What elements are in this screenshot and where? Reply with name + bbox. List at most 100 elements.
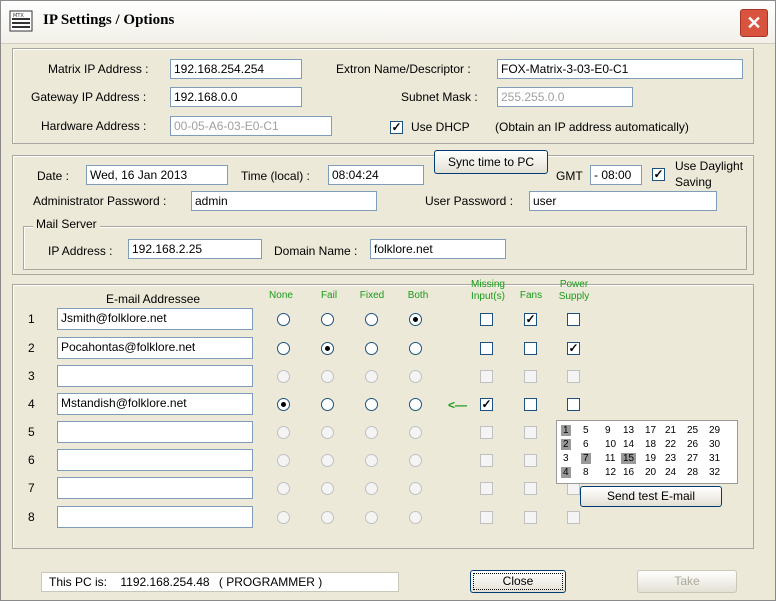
radio-both[interactable] — [409, 511, 422, 524]
sync-time-button[interactable]: Sync time to PC — [434, 150, 548, 174]
radio-fail[interactable] — [321, 511, 334, 524]
grid-number: 1 — [561, 425, 571, 436]
email-address-field[interactable] — [57, 449, 253, 471]
grid-number: 26 — [687, 439, 699, 450]
radio-both[interactable] — [409, 482, 422, 495]
radio-fail[interactable] — [321, 482, 334, 495]
grid-number: 15 — [621, 453, 637, 464]
radio-fail[interactable] — [321, 426, 334, 439]
radio-both[interactable] — [409, 313, 422, 326]
fans-checkbox[interactable] — [524, 398, 537, 411]
fans-checkbox[interactable]: ✓ — [524, 313, 537, 326]
fans-checkbox[interactable] — [524, 511, 537, 524]
missing-checkbox[interactable] — [480, 426, 493, 439]
radio-none[interactable] — [277, 482, 290, 495]
missing-checkbox[interactable] — [480, 313, 493, 326]
subnet-mask-field: 255.255.0.0 — [497, 87, 633, 107]
fans-checkbox[interactable] — [524, 482, 537, 495]
daylight-saving-checkbox[interactable]: ✓ — [652, 168, 665, 181]
radio-none[interactable] — [277, 511, 290, 524]
fans-checkbox[interactable] — [524, 454, 537, 467]
missing-checkbox[interactable] — [480, 482, 493, 495]
email-address-field[interactable]: Mstandish@folklore.net — [57, 393, 253, 415]
radio-fixed[interactable] — [365, 342, 378, 355]
radio-both[interactable] — [409, 370, 422, 383]
name-descriptor-field[interactable]: FOX-Matrix-3-03-E0-C1 — [497, 59, 743, 79]
missing-checkbox[interactable] — [480, 342, 493, 355]
email-address-field[interactable] — [57, 506, 253, 528]
radio-fail[interactable] — [321, 342, 334, 355]
missing-checkbox[interactable] — [480, 370, 493, 383]
mail-server-label: Mail Server — [33, 217, 100, 231]
radio-fail[interactable] — [321, 398, 334, 411]
row-number: 5 — [28, 425, 35, 439]
missing-checkbox[interactable] — [480, 454, 493, 467]
radio-fixed[interactable] — [365, 511, 378, 524]
grid-number: 11 — [605, 453, 616, 464]
fans-checkbox[interactable] — [524, 342, 537, 355]
date-field[interactable]: Wed, 16 Jan 2013 — [86, 165, 228, 185]
radio-none[interactable] — [277, 342, 290, 355]
close-x-icon[interactable]: ✕ — [740, 9, 768, 37]
missing-checkbox[interactable]: ✓ — [480, 398, 493, 411]
matrix-ip-label: Matrix IP Address : — [48, 62, 149, 76]
domain-name-field[interactable]: folklore.net — [370, 239, 506, 259]
grid-number: 4 — [561, 467, 571, 478]
grid-number: 30 — [709, 439, 721, 450]
radio-selected-dot — [325, 346, 330, 351]
take-button: Take — [637, 570, 737, 593]
close-button[interactable]: Close — [470, 570, 566, 593]
time-field[interactable]: 08:04:24 — [328, 165, 424, 185]
admin-password-field[interactable]: admin — [191, 191, 377, 211]
grid-number: 21 — [665, 425, 677, 436]
fans-checkbox[interactable] — [524, 370, 537, 383]
use-dhcp-checkbox[interactable]: ✓ — [390, 121, 403, 134]
hardware-address-label: Hardware Address : — [41, 119, 147, 133]
date-label: Date : — [37, 169, 70, 183]
radio-both[interactable] — [409, 454, 422, 467]
radio-none[interactable] — [277, 370, 290, 383]
hardware-address-field: 00-05-A6-03-E0-C1 — [170, 116, 332, 136]
radio-none[interactable] — [277, 398, 290, 411]
grid-number: 19 — [645, 453, 657, 464]
radio-both[interactable] — [409, 426, 422, 439]
col-missing-header-1: Missing — [471, 279, 505, 290]
radio-none[interactable] — [277, 454, 290, 467]
grid-number: 5 — [583, 425, 589, 436]
radio-fail[interactable] — [321, 313, 334, 326]
power-checkbox[interactable] — [567, 313, 580, 326]
radio-fixed[interactable] — [365, 454, 378, 467]
radio-none[interactable] — [277, 313, 290, 326]
daylight-label-line2: Saving — [675, 175, 712, 189]
email-address-field[interactable] — [57, 477, 253, 499]
send-test-email-button[interactable]: Send test E-mail — [580, 486, 722, 507]
power-checkbox[interactable]: ✓ — [567, 342, 580, 355]
gateway-ip-field[interactable]: 192.168.0.0 — [170, 87, 302, 107]
radio-both[interactable] — [409, 342, 422, 355]
user-password-field[interactable]: user — [529, 191, 717, 211]
email-address-field[interactable] — [57, 365, 253, 387]
matrix-ip-field[interactable]: 192.168.254.254 — [170, 59, 302, 79]
col-power-header-2: Supply — [558, 291, 590, 302]
radio-fixed[interactable] — [365, 426, 378, 439]
radio-fail[interactable] — [321, 370, 334, 383]
email-address-field[interactable]: Jsmith@folklore.net — [57, 308, 253, 330]
radio-fixed[interactable] — [365, 370, 378, 383]
radio-both[interactable] — [409, 398, 422, 411]
radio-none[interactable] — [277, 426, 290, 439]
radio-fixed[interactable] — [365, 398, 378, 411]
power-checkbox[interactable] — [567, 398, 580, 411]
email-address-field[interactable]: Pocahontas@folklore.net — [57, 337, 253, 359]
gmt-offset-field[interactable]: - 08:00 — [590, 165, 642, 185]
radio-fixed[interactable] — [365, 482, 378, 495]
power-checkbox[interactable] — [567, 511, 580, 524]
radio-fail[interactable] — [321, 454, 334, 467]
fans-checkbox[interactable] — [524, 426, 537, 439]
radio-fixed[interactable] — [365, 313, 378, 326]
email-address-field[interactable] — [57, 421, 253, 443]
mail-ip-field[interactable]: 192.168.2.25 — [128, 239, 262, 259]
power-checkbox[interactable] — [567, 370, 580, 383]
grid-number: 18 — [645, 439, 657, 450]
domain-name-label: Domain Name : — [274, 244, 358, 258]
missing-checkbox[interactable] — [480, 511, 493, 524]
